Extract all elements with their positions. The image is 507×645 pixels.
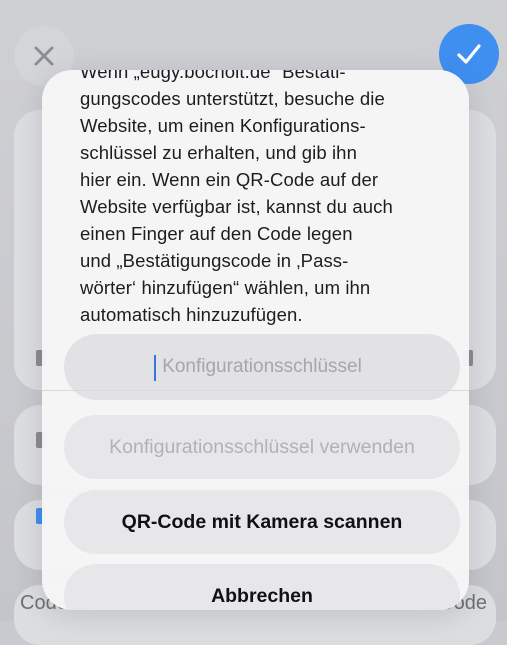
cancel-button[interactable]: Abbrechen (64, 564, 460, 610)
alert-message: Wenn „eugy.bocholt.de“ Bestäti- gungscod… (80, 70, 393, 325)
setup-code-alert: Wenn „eugy.bocholt.de“ Bestäti- gungscod… (42, 70, 469, 610)
use-config-key-button[interactable]: Konfigurationsschlüssel verwenden (64, 415, 460, 479)
divider (42, 390, 469, 391)
close-x-icon (34, 46, 54, 66)
config-key-input[interactable] (95, 355, 429, 379)
checkmark-icon (457, 44, 481, 64)
scan-qr-code-button[interactable]: QR-Code mit Kamera scannen (64, 490, 460, 554)
text-caret (154, 355, 156, 381)
